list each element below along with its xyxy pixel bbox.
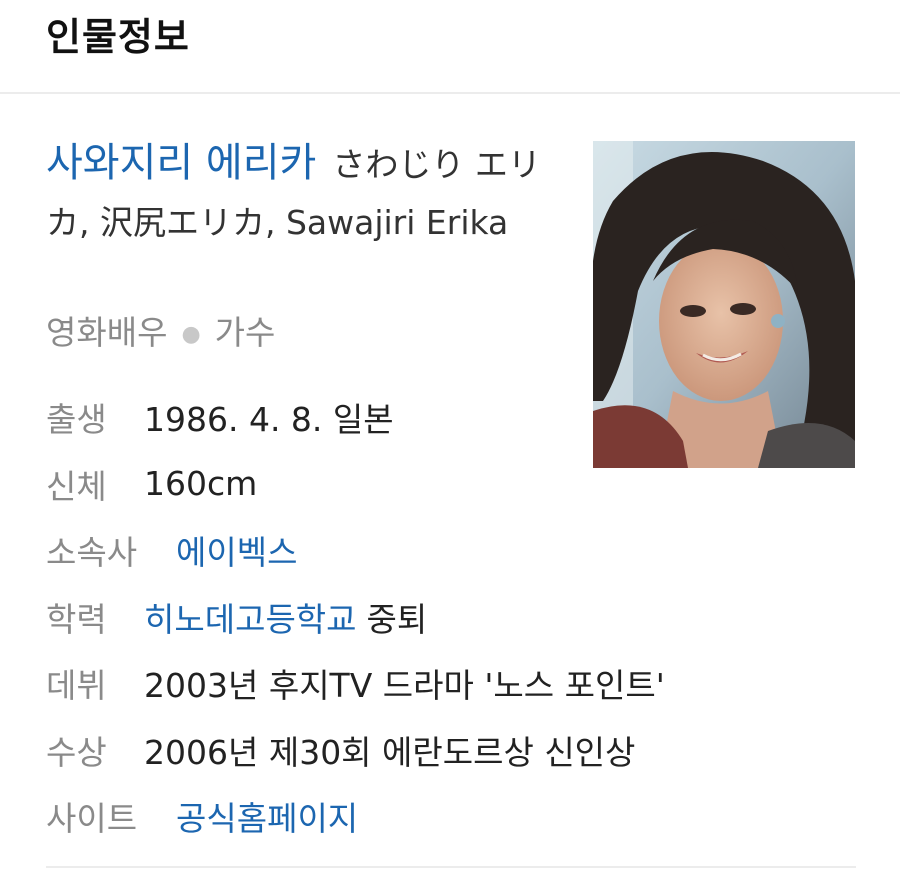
info-label: 소속사 bbox=[46, 533, 138, 573]
info-list: 출생 1986. 4. 8. 일본 신체 160cm 소속사 에이벡스 학력 히… bbox=[46, 384, 665, 850]
info-label: 데뷔 bbox=[46, 666, 107, 706]
official-site-link[interactable]: 공식홈페이지 bbox=[176, 792, 358, 840]
info-row-education: 학력 히노데고등학교 중퇴 bbox=[46, 584, 665, 651]
info-value: 중퇴 bbox=[366, 599, 428, 639]
info-row-body: 신체 160cm bbox=[46, 451, 665, 518]
divider bbox=[46, 866, 856, 868]
info-value: 160cm bbox=[144, 464, 258, 504]
info-label: 신체 bbox=[46, 466, 107, 506]
agency-link[interactable]: 에이벡스 bbox=[176, 526, 297, 574]
info-value: 1986. 4. 8. 일본 bbox=[144, 400, 394, 440]
school-link[interactable]: 히노데고등학교 bbox=[144, 593, 357, 641]
occupation-line: 영화배우 ● 가수 bbox=[46, 306, 275, 354]
info-label: 수상 bbox=[46, 732, 107, 772]
dot-separator-icon: ● bbox=[181, 322, 201, 347]
info-label: 학력 bbox=[46, 599, 107, 639]
section-header: 인물정보 bbox=[0, 0, 900, 94]
info-row-debut: 데뷔 2003년 후지TV 드라마 '노스 포인트' bbox=[46, 650, 665, 717]
info-row-award: 수상 2006년 제30회 에란도르상 신인상 bbox=[46, 717, 665, 784]
info-row-site: 사이트 공식홈페이지 bbox=[46, 783, 665, 850]
info-row-birth: 출생 1986. 4. 8. 일본 bbox=[46, 384, 665, 451]
section-title: 인물정보 bbox=[46, 15, 190, 59]
info-row-agency: 소속사 에이벡스 bbox=[46, 517, 665, 584]
info-label: 출생 bbox=[46, 400, 107, 440]
occupation-item: 영화배우 bbox=[46, 313, 168, 352]
info-value: 2003년 후지TV 드라마 '노스 포인트' bbox=[144, 666, 665, 706]
info-label: 사이트 bbox=[46, 799, 138, 839]
occupation-item: 가수 bbox=[214, 313, 276, 352]
person-name-link[interactable]: 사와지리 에리카 bbox=[46, 140, 316, 186]
person-name-block: 사와지리 에리카 さわじり エリカ, 沢尻エリカ, Sawajiri Erika bbox=[46, 134, 574, 252]
info-value: 2006년 제30회 에란도르상 신인상 bbox=[144, 732, 636, 772]
